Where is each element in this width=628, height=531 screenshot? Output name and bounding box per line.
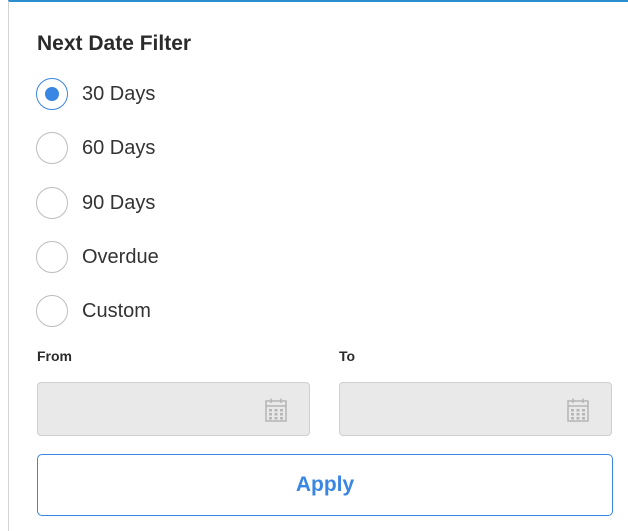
calendar-icon[interactable] <box>265 398 287 422</box>
from-label: From <box>37 348 72 364</box>
filter-title: Next Date Filter <box>37 32 192 55</box>
option-overdue[interactable]: Overdue <box>36 239 159 275</box>
radio-60-days[interactable] <box>36 132 68 164</box>
option-custom[interactable]: Custom <box>36 293 151 329</box>
option-label: 60 Days <box>82 136 156 159</box>
radio-selected-dot <box>45 87 59 101</box>
radio-90-days[interactable] <box>36 187 68 219</box>
next-date-filter-panel: Next Date Filter 30 Days 60 Days 90 Days… <box>8 0 628 531</box>
radio-30-days[interactable] <box>36 78 68 110</box>
option-label: 30 Days <box>82 82 156 105</box>
option-30-days[interactable]: 30 Days <box>36 76 155 112</box>
option-60-days[interactable]: 60 Days <box>36 130 155 166</box>
to-label: To <box>339 348 356 364</box>
radio-overdue[interactable] <box>36 241 68 273</box>
from-date-input[interactable] <box>37 382 310 436</box>
radio-custom[interactable] <box>36 295 68 327</box>
option-label: Custom <box>82 299 151 322</box>
to-date-input[interactable] <box>339 382 612 436</box>
option-90-days[interactable]: 90 Days <box>36 185 155 221</box>
calendar-icon[interactable] <box>567 398 589 422</box>
apply-button[interactable]: Apply <box>37 454 613 516</box>
option-label: Overdue <box>82 245 159 268</box>
option-label: 90 Days <box>82 191 156 214</box>
